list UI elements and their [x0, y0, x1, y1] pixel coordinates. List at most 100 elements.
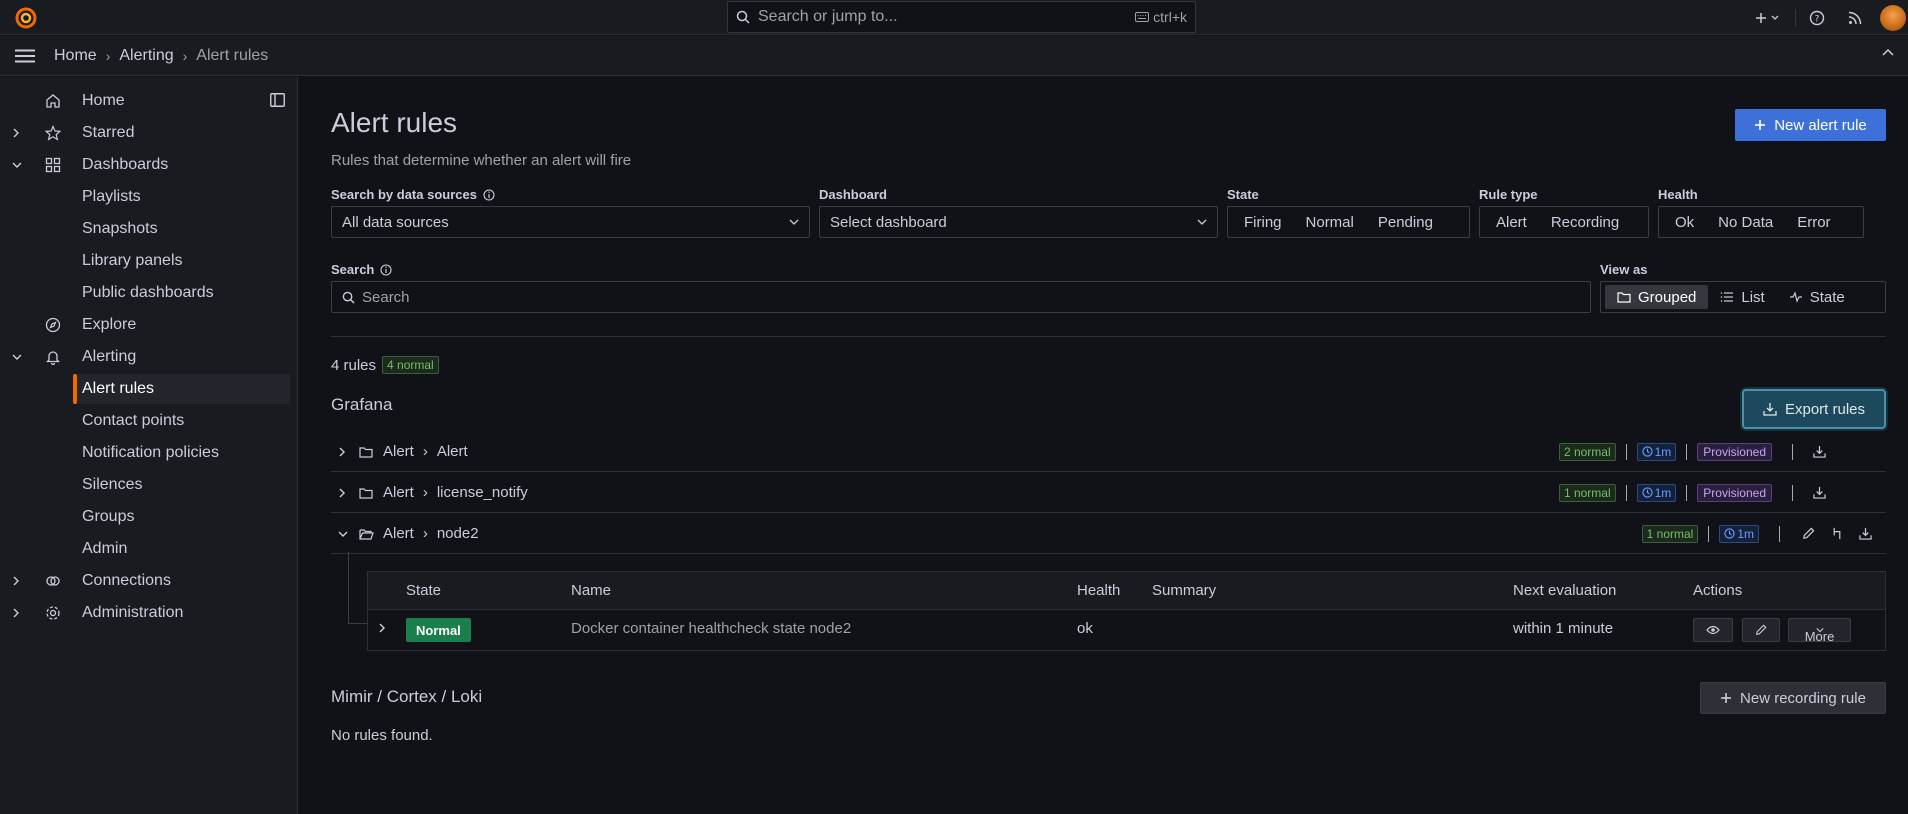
- new-alert-rule-button[interactable]: New alert rule: [1735, 109, 1886, 141]
- breadcrumb-bar: Home › Alerting › Alert rules: [0, 36, 1908, 76]
- eye-icon: [1706, 625, 1720, 635]
- sidebar-item-admin[interactable]: Admin: [0, 534, 290, 564]
- export-rules-button[interactable]: Export rules: [1742, 389, 1886, 429]
- user-avatar[interactable]: [1880, 4, 1908, 31]
- chevron-up-icon[interactable]: [1882, 48, 1894, 56]
- heartbeat-icon: [1789, 291, 1802, 303]
- empty-state-text: No rules found.: [331, 727, 433, 744]
- clock-icon: [1641, 487, 1653, 498]
- sidebar-item-snapshots[interactable]: Snapshots: [0, 214, 290, 244]
- rule-group-row[interactable]: Alert › Alert 2 normal 1m Provisioned: [331, 432, 1886, 472]
- sidebar-item-public-dashboards[interactable]: Public dashboards: [0, 278, 290, 308]
- health-option-ok[interactable]: Ok: [1663, 210, 1706, 234]
- state-filter-label: State: [1227, 187, 1259, 202]
- sidebar-item-alert-rules[interactable]: Alert rules: [73, 374, 290, 404]
- state-option-normal[interactable]: Normal: [1294, 210, 1366, 234]
- chevron-right-icon[interactable]: [12, 576, 20, 586]
- export-group-icon[interactable]: [1813, 445, 1826, 458]
- search-bar[interactable]: Search or jump to... ctrl+k: [727, 1, 1196, 33]
- normal-count-badge: 1 normal: [1558, 483, 1616, 502]
- view-rule-button[interactable]: [1693, 618, 1733, 642]
- sidebar-item-silences[interactable]: Silences: [0, 470, 290, 500]
- sidebar-item-administration[interactable]: Administration: [0, 598, 290, 628]
- sidebar-item-playlists[interactable]: Playlists: [0, 182, 290, 212]
- chevron-down-icon[interactable]: [12, 353, 22, 361]
- ruletype-option-alert[interactable]: Alert: [1484, 210, 1539, 234]
- viewas-state[interactable]: State: [1777, 285, 1857, 309]
- rule-group-row[interactable]: Alert › license_notify 1 normal 1m Provi…: [331, 473, 1886, 513]
- normal-count-badge: 2 normal: [1558, 442, 1616, 461]
- export-group-icon[interactable]: [1859, 527, 1872, 540]
- grafana-logo-icon[interactable]: [14, 6, 38, 30]
- top-bar: Search or jump to... ctrl+k ?: [0, 0, 1908, 35]
- chevron-down-icon[interactable]: [338, 530, 348, 538]
- chevron-right-icon[interactable]: [12, 128, 20, 138]
- ruletype-option-recording[interactable]: Recording: [1539, 210, 1631, 234]
- menu-toggle-icon[interactable]: [14, 49, 36, 63]
- rule-search-input[interactable]: Search: [331, 281, 1591, 313]
- state-option-firing[interactable]: Firing: [1232, 210, 1294, 234]
- eval-interval-badge: 1m: [1719, 524, 1759, 543]
- help-icon[interactable]: ?: [1806, 10, 1828, 26]
- pen-icon[interactable]: [1802, 527, 1815, 540]
- breadcrumb-alerting[interactable]: Alerting: [119, 47, 173, 65]
- column-summary: Summary: [1152, 582, 1217, 599]
- sidebar-item-connections[interactable]: Connections: [0, 566, 290, 596]
- home-icon: [45, 93, 61, 109]
- health-filter: Ok No Data Error: [1658, 206, 1864, 238]
- news-rss-icon[interactable]: [1844, 11, 1866, 25]
- search-placeholder: Search or jump to...: [758, 8, 898, 25]
- chevron-down-icon[interactable]: [12, 161, 22, 169]
- chevron-right-icon[interactable]: [338, 447, 346, 457]
- grafana-section-title: Grafana: [331, 395, 393, 414]
- sitemap-icon[interactable]: [1831, 527, 1843, 540]
- viewas-toggle: Grouped List State: [1600, 281, 1886, 313]
- star-icon: [45, 125, 61, 141]
- eval-interval-badge: 1m: [1636, 483, 1677, 502]
- rules-table: State Name Health Summary Next evaluatio…: [367, 571, 1886, 651]
- keyboard-shortcut: ctrl+k: [1135, 9, 1187, 25]
- new-recording-rule-button[interactable]: New recording rule: [1700, 682, 1886, 714]
- sidebar-item-library-panels[interactable]: Library panels: [0, 246, 290, 276]
- health-option-error[interactable]: Error: [1785, 210, 1842, 234]
- export-group-icon[interactable]: [1813, 486, 1826, 499]
- rule-group-row-expanded[interactable]: Alert › node2 1 normal 1m: [331, 514, 1886, 554]
- sidebar-item-explore[interactable]: Explore: [0, 310, 290, 340]
- chevron-right-icon[interactable]: [12, 608, 20, 618]
- page-title: Alert rules: [331, 107, 458, 138]
- breadcrumb-home[interactable]: Home: [54, 47, 97, 65]
- sidebar-item-starred[interactable]: Starred: [0, 118, 290, 148]
- sidebar-item-home[interactable]: Home: [0, 86, 290, 116]
- eval-interval-badge: 1m: [1636, 442, 1677, 461]
- breadcrumb-separator: ›: [182, 47, 188, 64]
- rule-group-meta: 2 normal 1m Provisioned: [1558, 432, 1886, 472]
- table-row[interactable]: Normal Docker container healthcheck stat…: [368, 610, 1885, 650]
- top-right-actions: ?: [1753, 0, 1908, 35]
- add-new-button[interactable]: [1753, 11, 1785, 25]
- sidebar-item-contact-points[interactable]: Contact points: [0, 406, 290, 436]
- pen-icon: [1756, 624, 1767, 635]
- rule-group-meta: 1 normal 1m Provisioned: [1558, 473, 1886, 513]
- health-option-nodata[interactable]: No Data: [1706, 210, 1785, 234]
- edit-rule-button[interactable]: [1742, 618, 1780, 642]
- keyboard-icon: [1135, 12, 1150, 22]
- sidebar-item-groups[interactable]: Groups: [0, 502, 290, 532]
- datasource-select[interactable]: All data sources: [331, 206, 810, 238]
- dashboard-select[interactable]: Select dashboard: [819, 206, 1218, 238]
- sidebar-item-dashboards[interactable]: Dashboards: [0, 150, 290, 180]
- sidebar-item-alerting[interactable]: Alerting: [0, 342, 290, 372]
- folder-icon: [359, 446, 373, 458]
- chevron-down-icon: [789, 219, 799, 225]
- download-icon: [1763, 403, 1777, 416]
- more-actions-button[interactable]: More: [1788, 618, 1851, 644]
- viewas-grouped[interactable]: Grouped: [1605, 285, 1709, 309]
- breadcrumb-alert-rules: Alert rules: [196, 46, 269, 64]
- chevron-right-icon[interactable]: [338, 488, 346, 498]
- search-icon: [342, 291, 355, 304]
- topbar-divider: [1795, 8, 1796, 27]
- state-option-pending[interactable]: Pending: [1366, 210, 1445, 234]
- viewas-list[interactable]: List: [1708, 285, 1776, 309]
- chevron-right-icon[interactable]: [378, 623, 386, 633]
- sidebar-item-notification-policies[interactable]: Notification policies: [0, 438, 290, 468]
- bell-icon: [45, 349, 61, 365]
